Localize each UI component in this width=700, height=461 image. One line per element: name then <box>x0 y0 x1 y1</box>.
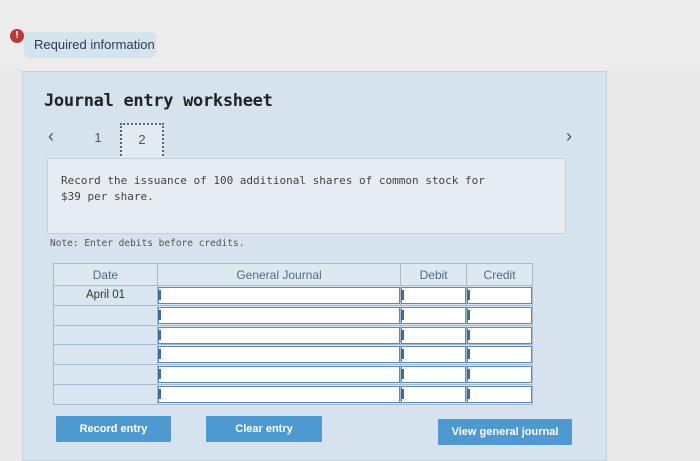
column-header-date: Date <box>53 263 158 286</box>
date-cell[interactable] <box>53 344 158 366</box>
credit-cell[interactable] <box>466 364 533 386</box>
column-header-general-journal: General Journal <box>156 263 402 286</box>
debit-cell[interactable] <box>400 324 468 346</box>
journal-table: Date General Journal Debit Credit April … <box>53 263 533 405</box>
account-cell[interactable] <box>156 364 402 386</box>
account-cell[interactable] <box>156 304 402 326</box>
credit-input[interactable] <box>467 306 532 324</box>
credit-input[interactable] <box>467 326 532 344</box>
column-header-debit: Debit <box>400 263 468 286</box>
chevron-left-icon[interactable]: ‹ <box>48 126 54 147</box>
credit-cell[interactable] <box>466 384 533 405</box>
date-cell[interactable] <box>53 384 158 405</box>
date-cell[interactable] <box>53 324 158 346</box>
worksheet-title: Journal entry worksheet <box>44 91 273 111</box>
table-header-row: Date General Journal Debit Credit <box>53 263 533 286</box>
required-info-label: Required information <box>34 37 155 52</box>
account-input[interactable] <box>157 366 401 384</box>
credit-cell[interactable] <box>466 324 533 346</box>
date-cell[interactable]: April 01 <box>53 285 158 306</box>
account-cell[interactable] <box>156 384 402 405</box>
account-input[interactable] <box>157 346 401 364</box>
table-row <box>53 384 533 405</box>
debit-input[interactable] <box>401 346 467 364</box>
column-header-credit: Credit <box>466 263 533 286</box>
credit-input[interactable] <box>467 366 532 384</box>
table-row: April 01 <box>53 285 533 306</box>
debit-input[interactable] <box>401 366 467 384</box>
debit-input[interactable] <box>401 306 467 324</box>
credit-cell[interactable] <box>466 344 533 366</box>
debit-cell[interactable] <box>400 285 468 306</box>
date-cell[interactable] <box>53 304 158 326</box>
clear-entry-button[interactable]: Clear entry <box>206 416 322 442</box>
date-cell[interactable] <box>53 364 158 386</box>
account-input[interactable] <box>157 386 401 404</box>
credit-cell[interactable] <box>466 285 533 306</box>
view-general-journal-button[interactable]: View general journal <box>438 419 572 445</box>
debit-cell[interactable] <box>400 344 468 366</box>
required-info-tag: Required information <box>24 32 156 58</box>
alert-icon: ! <box>10 29 24 43</box>
chevron-right-icon[interactable]: › <box>566 126 572 147</box>
debit-input[interactable] <box>401 326 467 344</box>
instruction-text: Record the issuance of 100 additional sh… <box>61 174 485 203</box>
debit-input[interactable] <box>401 286 467 304</box>
credit-input[interactable] <box>467 386 532 404</box>
account-cell[interactable] <box>156 324 402 346</box>
table-row <box>53 304 533 326</box>
step-tab-1[interactable]: 1 <box>76 123 120 160</box>
note-text: Note: Enter debits before credits. <box>50 238 245 249</box>
credit-input[interactable] <box>467 286 532 304</box>
instruction-box: Record the issuance of 100 additional sh… <box>47 158 566 234</box>
account-input[interactable] <box>157 326 401 344</box>
debit-cell[interactable] <box>400 384 468 405</box>
step-tab-2[interactable]: 2 <box>120 123 164 160</box>
table-row <box>53 324 533 346</box>
table-row <box>53 364 533 386</box>
debit-input[interactable] <box>401 386 467 404</box>
account-input[interactable] <box>157 286 401 304</box>
account-cell[interactable] <box>156 285 402 306</box>
record-entry-button[interactable]: Record entry <box>56 416 171 442</box>
account-input[interactable] <box>157 306 401 324</box>
debit-cell[interactable] <box>400 304 468 326</box>
credit-cell[interactable] <box>466 304 533 326</box>
account-cell[interactable] <box>156 344 402 366</box>
table-row <box>53 344 533 366</box>
debit-cell[interactable] <box>400 364 468 386</box>
credit-input[interactable] <box>467 346 532 364</box>
